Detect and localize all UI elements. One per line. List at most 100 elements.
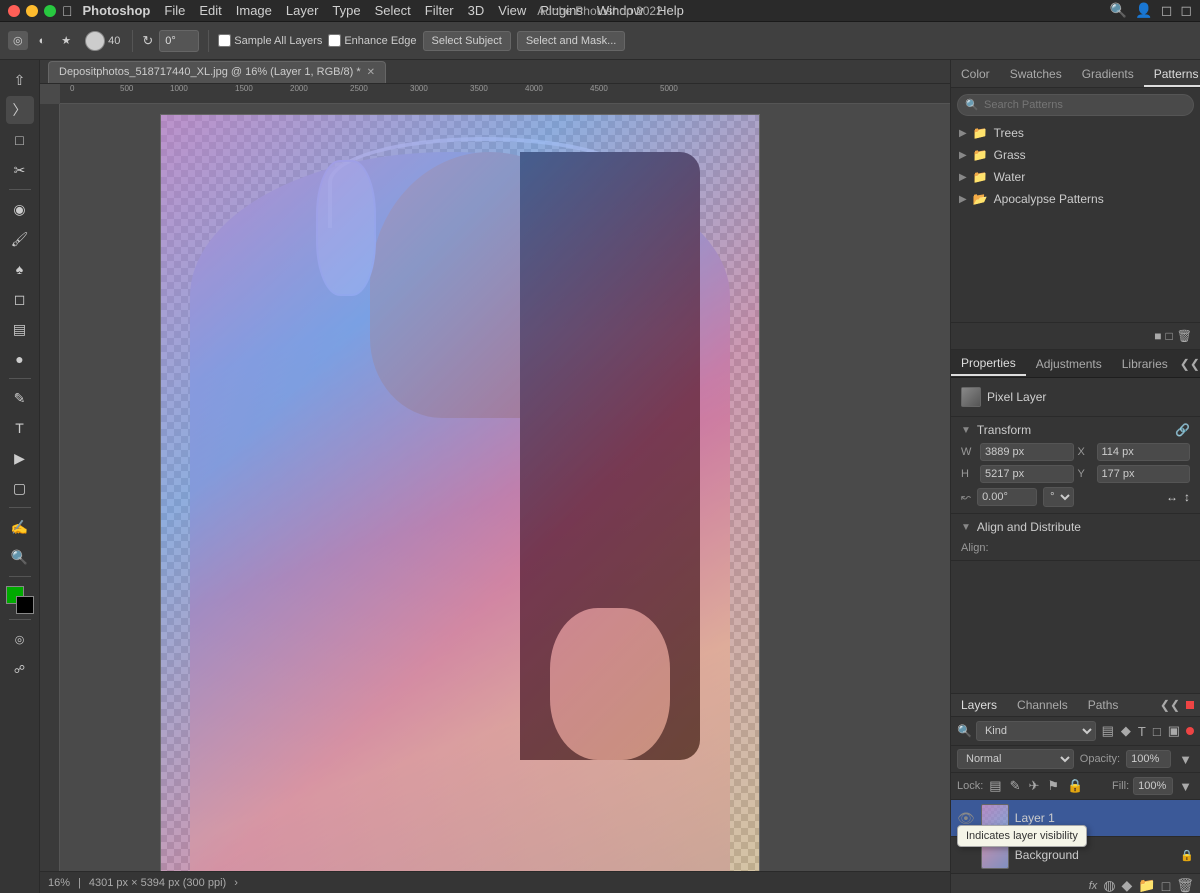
properties-collapse-button[interactable]: ❮❮ — [1178, 355, 1200, 373]
layer-background-row[interactable]: 👁 Background 🔒 Indicates layer visibilit… — [951, 837, 1200, 874]
quick-selection-tool-button[interactable]: ◐ — [34, 32, 51, 50]
tab-patterns[interactable]: Patterns — [1144, 63, 1200, 87]
flip-horiz-icon[interactable]: ↔ — [1166, 490, 1178, 504]
marquee-tool[interactable]: □ — [6, 126, 34, 154]
tab-layers[interactable]: Layers — [951, 694, 1007, 716]
blend-mode-select[interactable]: Normal — [957, 749, 1074, 769]
opacity-dropdown[interactable]: ▼ — [1177, 750, 1194, 769]
menu-layer[interactable]: Layer — [282, 3, 323, 18]
document-tab[interactable]: Depositphotos_518717440_XL.jpg @ 16% (La… — [48, 61, 386, 83]
delete-pattern-button[interactable]: 🗑 — [1175, 327, 1194, 345]
user-icon[interactable]: 👤 — [1135, 2, 1152, 19]
filter-toggle[interactable] — [1186, 727, 1194, 735]
add-layer-button[interactable]: □ — [1162, 878, 1170, 893]
angle-input[interactable] — [159, 30, 199, 52]
pattern-apocalypse[interactable]: ▶ 📂 Apocalypse Patterns — [951, 188, 1200, 210]
select-mask-button[interactable]: Select and Mask... — [517, 31, 626, 51]
menu-select[interactable]: Select — [371, 3, 415, 18]
hand-tool[interactable]: ✍ — [6, 513, 34, 541]
healing-brush-tool[interactable]: ◉ — [6, 195, 34, 223]
magic-wand-tool-button[interactable]: ★ — [56, 31, 76, 50]
width-input[interactable] — [980, 443, 1074, 461]
x-input[interactable] — [1097, 443, 1191, 461]
lock-all-button[interactable]: 🔒 — [1065, 776, 1085, 796]
layers-collapse-button[interactable]: ❮❮ — [1158, 696, 1182, 714]
fill-input[interactable] — [1133, 777, 1173, 795]
brush-tool-button[interactable]: ◎ — [8, 31, 28, 50]
align-collapse-icon[interactable]: ▼ — [961, 522, 971, 533]
screen-mode[interactable]: ☍ — [6, 655, 34, 683]
tab-channels[interactable]: Channels — [1007, 694, 1078, 716]
new-pattern-button[interactable]: □ — [1164, 327, 1175, 345]
menu-view[interactable]: View — [494, 3, 530, 18]
delete-layer-button[interactable]: 🗑 — [1176, 877, 1194, 893]
patterns-search-input[interactable] — [957, 94, 1194, 116]
new-group-button[interactable]: ■ — [1152, 327, 1163, 345]
stamp-tool[interactable]: ♠ — [6, 255, 34, 283]
type-tool[interactable]: T — [6, 414, 34, 442]
angle-unit-select[interactable]: ° — [1043, 487, 1074, 507]
add-adjustment-button[interactable]: ◆ — [1122, 877, 1133, 893]
menu-type[interactable]: Type — [328, 3, 364, 18]
eraser-tool[interactable]: ◻ — [6, 285, 34, 313]
type-filter-button[interactable]: T — [1136, 721, 1148, 741]
add-group-button[interactable]: 📁 — [1138, 877, 1155, 893]
lock-move-button[interactable]: ✈ — [1027, 776, 1042, 796]
gradient-tool[interactable]: ▤ — [6, 315, 34, 343]
background-color[interactable] — [16, 596, 34, 614]
y-input[interactable] — [1097, 465, 1191, 483]
select-subject-button[interactable]: Select Subject — [423, 31, 511, 51]
dodge-tool[interactable]: ● — [6, 345, 34, 373]
opacity-input[interactable] — [1126, 750, 1171, 768]
lock-position-button[interactable]: ✎ — [1008, 776, 1023, 796]
layer-1-visibility-icon[interactable]: 👁 — [957, 810, 975, 827]
tab-close-button[interactable]: ✕ — [367, 67, 375, 78]
pixel-filter-button[interactable]: ▤ — [1100, 721, 1116, 741]
minimize-button[interactable] — [26, 5, 38, 17]
maximize-button[interactable] — [44, 5, 56, 17]
pattern-water[interactable]: ▶ 📁 Water — [951, 166, 1200, 188]
status-arrow[interactable]: › — [234, 877, 238, 889]
tab-swatches[interactable]: Swatches — [1000, 63, 1072, 87]
tab-gradients[interactable]: Gradients — [1072, 63, 1144, 87]
pen-tool[interactable]: ✎ — [6, 384, 34, 412]
add-mask-button[interactable]: ◍ — [1103, 877, 1115, 893]
link-aspect-button[interactable]: 🔗 — [1175, 423, 1190, 437]
brush-tool[interactable]: 🖌 — [6, 225, 34, 253]
pattern-grass[interactable]: ▶ 📁 Grass — [951, 144, 1200, 166]
layers-kind-filter[interactable]: Kind — [976, 721, 1096, 741]
tab-properties[interactable]: Properties — [951, 352, 1026, 376]
menu-photoshop[interactable]: Photoshop — [79, 3, 155, 18]
search-icon[interactable]: 🔍 — [1110, 2, 1127, 19]
tab-libraries[interactable]: Libraries — [1112, 353, 1178, 375]
lasso-tool[interactable]: 〉 — [6, 96, 34, 124]
shape-filter-button[interactable]: □ — [1151, 721, 1163, 741]
menu-filter[interactable]: Filter — [421, 3, 458, 18]
tab-adjustments[interactable]: Adjustments — [1026, 353, 1112, 375]
tab-paths[interactable]: Paths — [1078, 694, 1129, 716]
crop-tool[interactable]: ✂ — [6, 156, 34, 184]
enhance-edge-checkbox[interactable] — [328, 34, 341, 47]
pattern-trees[interactable]: ▶ 📁 Trees — [951, 122, 1200, 144]
angle-input[interactable] — [977, 488, 1037, 506]
menu-edit[interactable]: Edit — [195, 3, 225, 18]
layer-fx-button[interactable]: fx — [1089, 880, 1098, 892]
transform-collapse-icon[interactable]: ▼ — [961, 425, 971, 436]
menu-image[interactable]: Image — [232, 3, 276, 18]
flip-vert-icon[interactable]: ↕ — [1184, 490, 1190, 504]
move-tool[interactable]: ⇧ — [6, 66, 34, 94]
expand-icon[interactable]: ◻ — [1180, 2, 1192, 19]
lock-pixels-button[interactable]: ▤ — [987, 776, 1003, 796]
height-input[interactable] — [980, 465, 1074, 483]
path-select-tool[interactable]: ▶ — [6, 444, 34, 472]
quick-mask-mode[interactable]: ◎ — [6, 625, 34, 653]
canvas-viewport[interactable] — [60, 104, 950, 871]
sample-all-layers-checkbox[interactable] — [218, 34, 231, 47]
close-button[interactable] — [8, 5, 20, 17]
fill-dropdown[interactable]: ▼ — [1177, 777, 1194, 796]
tab-color[interactable]: Color — [951, 63, 1000, 87]
lock-artboard-button[interactable]: ⚑ — [1045, 776, 1061, 796]
smart-filter-button[interactable]: ▣ — [1166, 721, 1182, 741]
adjustment-filter-button[interactable]: ◆ — [1119, 721, 1133, 741]
share-icon[interactable]: ◻ — [1161, 2, 1173, 19]
